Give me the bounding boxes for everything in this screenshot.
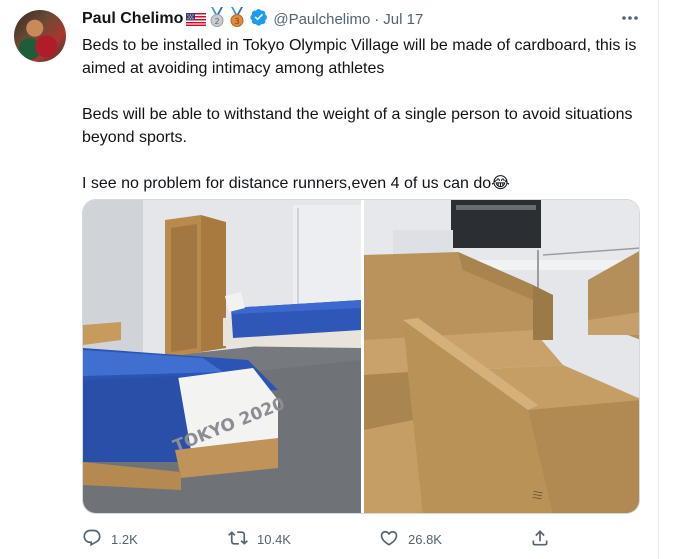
retweet-icon bbox=[228, 528, 248, 551]
svg-text:3: 3 bbox=[235, 16, 240, 25]
retweet-count: 10.4K bbox=[257, 531, 291, 547]
verified-badge-icon bbox=[250, 8, 268, 31]
tweet-media[interactable]: TOKYO 2020 ||| bbox=[82, 199, 640, 514]
like-button[interactable]: 26.8K bbox=[379, 527, 442, 551]
author-handle[interactable]: @Paulchelimo bbox=[273, 11, 370, 28]
tweet-text: Beds to be installed in Tokyo Olympic Vi… bbox=[82, 34, 652, 195]
like-icon bbox=[379, 528, 399, 551]
tweet-paragraph: Beds to be installed in Tokyo Olympic Vi… bbox=[82, 37, 637, 77]
share-button[interactable] bbox=[530, 527, 550, 551]
more-options-icon[interactable] bbox=[620, 10, 640, 26]
svg-text:2: 2 bbox=[215, 16, 220, 25]
tweet[interactable]: Paul Chelimo 2 3 @Paulchelimo · Jul 17 B… bbox=[0, 0, 660, 559]
cardboard-bed-frame-photo[interactable]: ||| bbox=[364, 200, 640, 514]
svg-text:|||: ||| bbox=[532, 490, 543, 501]
room-with-beds-photo[interactable]: TOKYO 2020 bbox=[83, 200, 361, 514]
reply-button[interactable]: 1.2K bbox=[82, 527, 138, 551]
silver-medal-icon: 2 bbox=[208, 6, 226, 32]
tweet-actions: 1.2K 10.4K 26.8K bbox=[82, 527, 552, 551]
reply-count: 1.2K bbox=[111, 531, 138, 547]
bronze-medal-icon: 3 bbox=[228, 6, 246, 32]
like-count: 26.8K bbox=[408, 531, 442, 547]
tweet-paragraph: I see no problem for distance runners,ev… bbox=[82, 175, 510, 192]
tweet-date[interactable]: Jul 17 bbox=[383, 11, 423, 28]
reply-icon bbox=[82, 528, 102, 551]
flag-us-icon bbox=[186, 12, 207, 26]
timeline-divider bbox=[658, 0, 659, 559]
avatar[interactable] bbox=[14, 10, 66, 62]
tweet-paragraph: Beds will be able to withstand the weigh… bbox=[82, 106, 633, 146]
share-icon bbox=[530, 528, 550, 551]
tweet-header: Paul Chelimo 2 3 @Paulchelimo · Jul 17 bbox=[82, 6, 423, 32]
author-name[interactable]: Paul Chelimo bbox=[82, 10, 183, 28]
retweet-button[interactable]: 10.4K bbox=[228, 527, 291, 551]
separator-dot: · bbox=[374, 10, 380, 28]
